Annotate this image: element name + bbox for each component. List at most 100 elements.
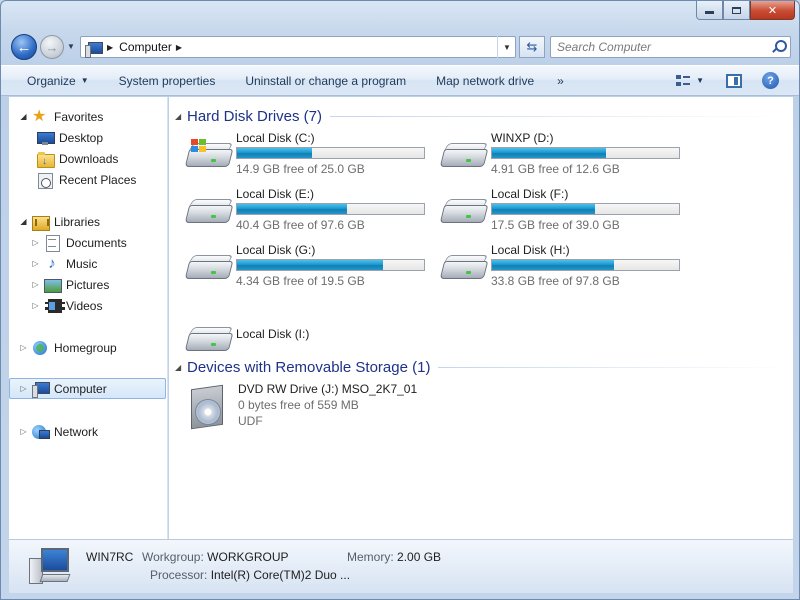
drive-item[interactable]: Local Disk (C:) 14.9 GB free of 25.0 GB (184, 131, 435, 183)
memory-label: Memory: (347, 550, 394, 564)
sidebar-item-videos[interactable]: ▷ Videos (21, 295, 102, 316)
collapse-icon[interactable]: ◢ (19, 217, 28, 226)
drive-item[interactable]: Local Disk (H:) 33.8 GB free of 97.8 GB (439, 243, 690, 295)
expand-icon[interactable]: ▷ (19, 343, 28, 352)
details-pane: WIN7RC Workgroup: WORKGROUP Memory: 2.00… (9, 539, 793, 593)
refresh-button[interactable]: ⇆ (519, 36, 545, 58)
drive-item[interactable]: WINXP (D:) 4.91 GB free of 12.6 GB (439, 131, 690, 183)
navigation-pane: ◢ ★ Favorites Desktop ↓ Downloads Recent… (9, 97, 168, 539)
sidebar-item-music[interactable]: ▷ ♪ Music (21, 253, 97, 274)
map-network-drive-button[interactable]: Map network drive (421, 74, 549, 88)
pictures-icon (44, 277, 62, 293)
memory-field: Memory: 2.00 GB (347, 550, 441, 564)
hard-drive-icon (439, 253, 489, 283)
expand-icon[interactable]: ▷ (19, 384, 28, 393)
maximize-icon (732, 6, 741, 14)
expand-icon[interactable]: ▷ (31, 259, 40, 268)
breadcrumb-computer[interactable]: Computer (119, 40, 172, 54)
drive-usage-fill (492, 148, 607, 158)
sidebar-item-homegroup[interactable]: ▷ Homegroup (9, 337, 117, 358)
documents-icon (44, 234, 60, 252)
maximize-button[interactable] (723, 1, 750, 20)
homegroup-icon (32, 340, 48, 356)
dvd-drive-icon (185, 384, 229, 431)
hard-drive-icon (439, 141, 489, 171)
minimize-button[interactable] (696, 1, 723, 20)
more-commands-button[interactable]: » (549, 74, 570, 88)
breadcrumb-chevron-icon[interactable]: ▶ (107, 43, 113, 52)
navigation-bar: ← → ▼ ▶ Computer ▶ ▼ ⇆ (1, 31, 799, 63)
group-header-removable[interactable]: ◢ Devices with Removable Storage (1) (175, 355, 787, 379)
forward-button[interactable]: → (40, 35, 64, 59)
sidebar-item-computer[interactable]: ▷ Computer (9, 378, 166, 399)
sidebar-item-recent-places[interactable]: Recent Places (21, 169, 136, 190)
expand-icon[interactable]: ▷ (19, 427, 28, 436)
address-dropdown-button[interactable]: ▼ (497, 36, 516, 58)
uninstall-program-label: Uninstall or change a program (245, 73, 407, 88)
system-drive-icon (184, 139, 234, 171)
help-icon[interactable]: ? (762, 72, 779, 89)
drive-usage-bar (236, 203, 425, 215)
sidebar-item-label: Libraries (54, 214, 101, 229)
drive-name: WINXP (D:) (491, 131, 554, 145)
drive-usage-bar (236, 147, 425, 159)
collapse-group-icon[interactable]: ◢ (175, 112, 187, 121)
organize-button[interactable]: Organize ▼ (1, 74, 104, 88)
recent-pages-dropdown[interactable]: ▼ (67, 42, 75, 51)
drive-filesystem: UDF (238, 414, 263, 428)
hard-drive-icon (184, 253, 234, 283)
drive-item[interactable]: Local Disk (E:) 40.4 GB free of 97.6 GB (184, 187, 435, 239)
star-icon: ★ (32, 107, 47, 125)
expand-icon[interactable]: ▷ (31, 301, 40, 310)
drive-usage-bar (491, 203, 680, 215)
sidebar-item-label: Network (54, 424, 99, 439)
collapse-icon[interactable]: ◢ (19, 112, 28, 121)
close-button[interactable]: ✕ (750, 1, 795, 20)
command-bar: Organize ▼ System properties Uninstall o… (1, 65, 799, 96)
system-properties-label: System properties (118, 73, 216, 88)
workgroup-value: WORKGROUP (207, 550, 289, 564)
group-header-hard-disks[interactable]: ◢ Hard Disk Drives (7) (175, 104, 787, 128)
collapse-group-icon[interactable]: ◢ (175, 363, 187, 372)
change-view-icon[interactable] (676, 74, 691, 88)
group-title: Devices with Removable Storage (1) (187, 358, 431, 376)
sidebar-item-libraries[interactable]: ◢ Libraries (9, 211, 100, 232)
preview-pane-icon[interactable] (726, 73, 742, 88)
refresh-icon: ⇆ (526, 39, 538, 54)
uninstall-program-button[interactable]: Uninstall or change a program (230, 74, 421, 88)
drive-usage-fill (237, 148, 312, 158)
memory-value: 2.00 GB (397, 550, 442, 564)
drive-item[interactable]: Local Disk (F:) 17.5 GB free of 39.0 GB (439, 187, 690, 239)
sidebar-item-label: Downloads (59, 151, 119, 166)
sidebar-item-desktop[interactable]: Desktop (21, 127, 103, 148)
drive-free-space: 4.34 GB free of 19.5 GB (236, 274, 365, 288)
drive-usage-bar (236, 259, 425, 271)
sidebar-item-downloads[interactable]: ↓ Downloads (21, 148, 118, 169)
search-box[interactable] (550, 36, 791, 58)
sidebar-item-documents[interactable]: ▷ Documents (21, 232, 127, 253)
search-input[interactable] (551, 40, 770, 54)
system-properties-button[interactable]: System properties (104, 74, 231, 88)
view-options-dropdown[interactable]: ▼ (696, 76, 704, 85)
downloads-folder-icon: ↓ (37, 151, 55, 168)
title-bar[interactable]: ✕ (1, 1, 799, 31)
computer-name: WIN7RC (86, 550, 134, 564)
libraries-icon (32, 214, 50, 231)
expand-icon[interactable]: ▷ (31, 238, 40, 247)
drive-free-space: 33.8 GB free of 97.8 GB (491, 274, 620, 288)
close-icon: ✕ (767, 4, 778, 17)
sidebar-item-favorites[interactable]: ◢ ★ Favorites (9, 106, 103, 127)
hard-drive-icon (439, 197, 489, 227)
address-bar[interactable]: ▶ Computer ▶ (80, 36, 516, 58)
back-button[interactable]: ← (11, 34, 37, 60)
sidebar-item-network[interactable]: ▷ Network (9, 421, 98, 442)
breadcrumb-chevron-icon[interactable]: ▶ (176, 43, 182, 52)
workgroup-field: Workgroup: WORKGROUP (142, 550, 289, 564)
group-title: Hard Disk Drives (7) (187, 107, 323, 125)
drive-item[interactable]: Local Disk (G:) 4.34 GB free of 19.5 GB (184, 243, 435, 295)
expand-icon[interactable]: ▷ (31, 280, 40, 289)
dvd-drive-item[interactable]: DVD RW Drive (J:) MSO_2K7_01 0 bytes fre… (185, 381, 485, 437)
drive-name: Local Disk (G:) (236, 243, 316, 257)
search-icon[interactable] (770, 39, 787, 55)
sidebar-item-pictures[interactable]: ▷ Pictures (21, 274, 109, 295)
